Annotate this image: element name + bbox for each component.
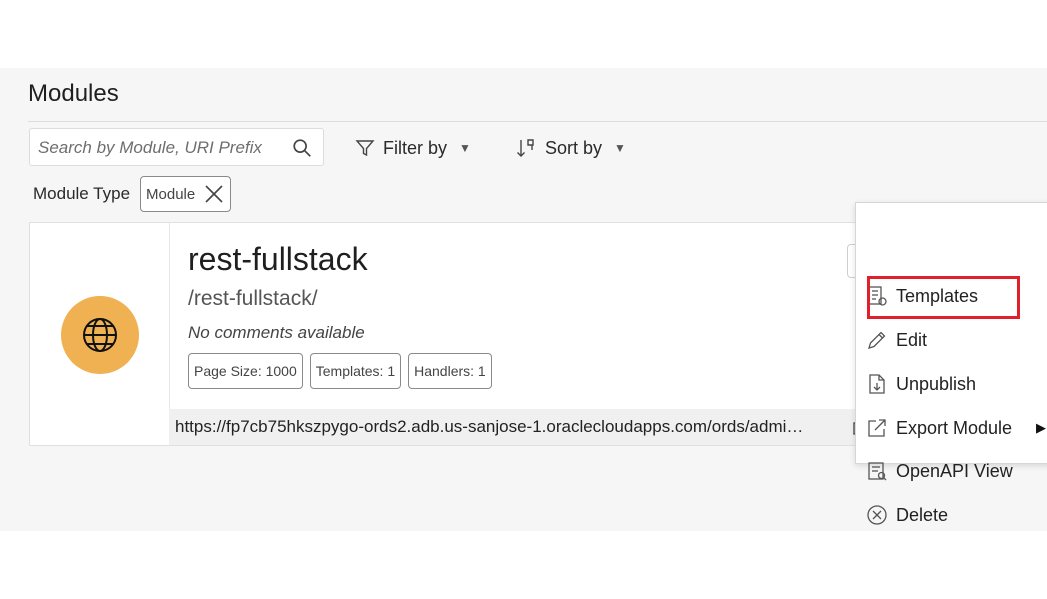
module-avatar <box>61 296 139 374</box>
pencil-icon <box>868 331 886 349</box>
menu-item-label: Export Module <box>896 417 1013 438</box>
chevron-down-icon: ▼ <box>614 141 626 155</box>
module-url[interactable]: https://fp7cb75hkszpygo-ords2.adb.us-san… <box>175 417 827 437</box>
chip-label: Module <box>146 185 196 203</box>
export-icon <box>868 419 886 437</box>
module-stats: Page Size: 1000 Templates: 1 Handlers: 1 <box>188 353 492 389</box>
search-box[interactable] <box>29 128 324 167</box>
menu-item-label: Delete <box>896 504 949 525</box>
module-name[interactable]: rest-fullstack <box>188 241 368 278</box>
menu-item-label: Templates <box>896 285 979 306</box>
menu-item-delete[interactable]: Delete <box>856 495 1047 535</box>
delete-icon <box>867 505 887 525</box>
openapi-icon <box>868 462 887 481</box>
card-icon-area <box>30 223 170 445</box>
module-type-label: Module Type <box>33 184 131 203</box>
menu-item-templates[interactable]: Templates <box>856 276 1047 316</box>
sort-icon <box>517 139 534 157</box>
module-card[interactable]: rest-fullstack /rest-fullstack/ No comme… <box>29 222 903 446</box>
menu-item-edit[interactable]: Edit <box>856 320 1047 360</box>
page-size-badge: Page Size: 1000 <box>188 353 303 389</box>
module-actions-menu: Templates Edit Unpublish Export Module ▶ <box>855 202 1047 525</box>
menu-item-label: Edit <box>896 329 928 350</box>
filter-by-button[interactable]: Filter by ▼ <box>355 136 471 160</box>
sort-by-button[interactable]: Sort by ▼ <box>515 136 626 160</box>
search-icon[interactable] <box>291 137 313 159</box>
page-title: Modules <box>28 80 119 107</box>
sort-by-label: Sort by <box>545 137 603 158</box>
templates-icon <box>868 286 887 306</box>
templates-count-badge: Templates: 1 <box>309 353 402 389</box>
unpublish-icon <box>869 374 885 394</box>
filter-icon <box>355 140 375 157</box>
globe-icon <box>83 318 117 352</box>
filter-by-label: Filter by <box>383 137 448 158</box>
menu-item-export-module[interactable]: Export Module ▶ <box>856 408 1047 448</box>
chevron-right-icon: ▶ <box>1036 420 1046 435</box>
module-comment: No comments available <box>188 323 365 342</box>
menu-item-label: OpenAPI View <box>896 460 1013 481</box>
module-url-bar: https://fp7cb75hkszpygo-ords2.adb.us-san… <box>169 409 902 445</box>
handlers-count-badge: Handlers: 1 <box>408 353 492 389</box>
active-filters: Module Type Module <box>33 176 232 212</box>
chevron-down-icon: ▼ <box>459 141 471 155</box>
menu-item-label: Unpublish <box>896 373 977 394</box>
menu-item-openapi-view[interactable]: OpenAPI View <box>856 451 1047 491</box>
module-uri-prefix: /rest-fullstack/ <box>188 287 318 310</box>
close-icon[interactable] <box>203 183 225 205</box>
menu-item-unpublish[interactable]: Unpublish <box>856 364 1047 404</box>
module-type-chip: Module <box>140 176 232 212</box>
search-input[interactable] <box>36 129 290 167</box>
title-divider <box>28 121 1047 122</box>
